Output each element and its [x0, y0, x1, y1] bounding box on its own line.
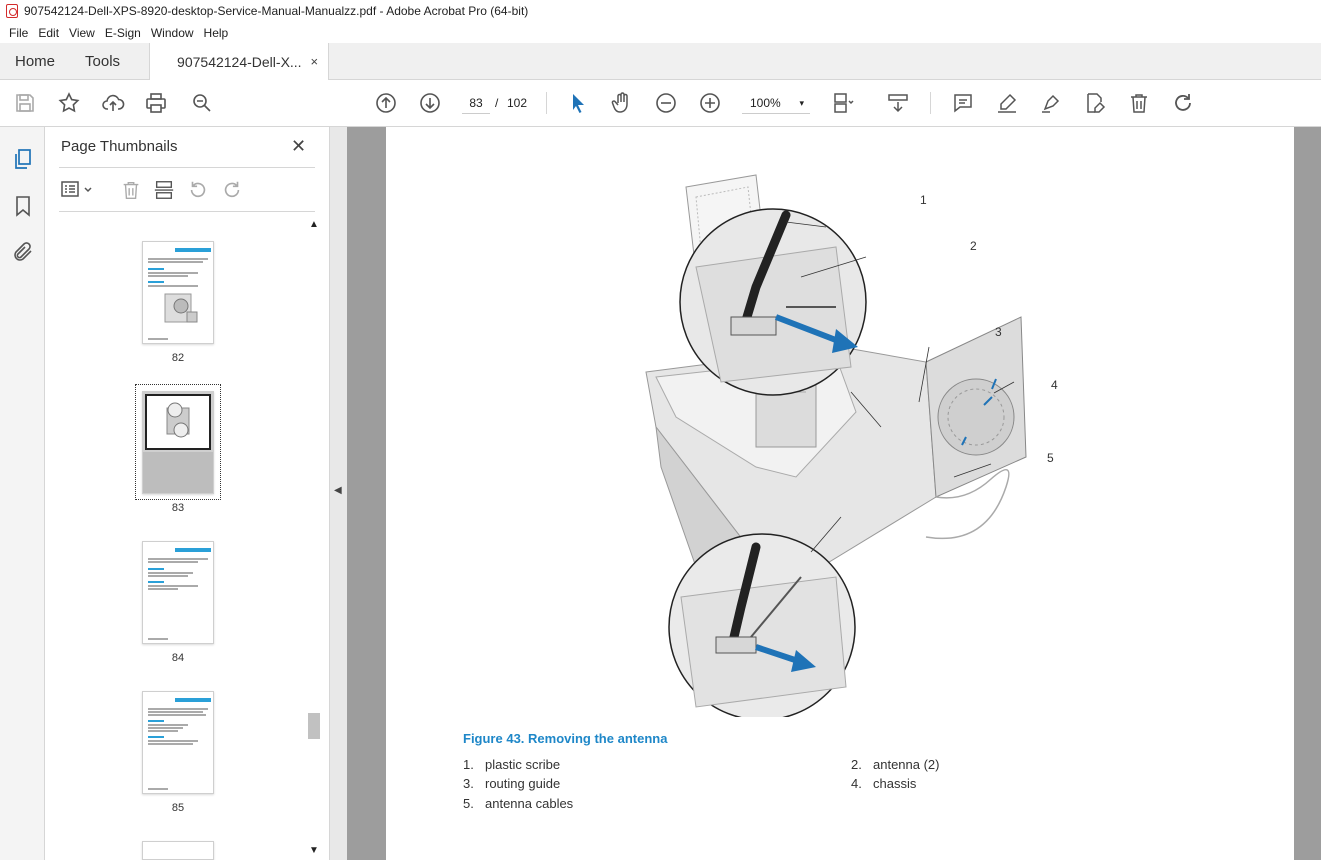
- insert-page-icon[interactable]: [153, 179, 175, 201]
- figure-caption: Figure 43. Removing the antenna: [463, 731, 668, 746]
- rotate-right-icon[interactable]: [221, 179, 243, 201]
- menu-window[interactable]: Window: [146, 26, 199, 40]
- find-zoom-icon[interactable]: [189, 90, 215, 116]
- rotate-icon[interactable]: [1170, 90, 1196, 116]
- delete-page-icon[interactable]: [120, 179, 142, 201]
- toolbar-divider: [546, 92, 547, 114]
- window-title: 907542124-Dell-XPS-8920-desktop-Service-…: [24, 4, 529, 18]
- pdf-app-icon: [6, 4, 18, 18]
- legend-item: 1. plastic scribe: [463, 757, 560, 772]
- tab-document[interactable]: 907542124-Dell-X... ×: [149, 43, 330, 81]
- toolbar-divider: [930, 92, 931, 114]
- callout-5: 5: [1047, 451, 1054, 465]
- chevron-down-icon: ▾: [799, 98, 804, 108]
- tab-close-icon[interactable]: ×: [310, 54, 318, 69]
- menu-view[interactable]: View: [64, 26, 100, 40]
- tab-home[interactable]: Home: [0, 43, 70, 79]
- zoom-level-value: 100%: [750, 96, 781, 110]
- comment-icon[interactable]: [950, 90, 976, 116]
- legend-text: routing guide: [485, 776, 561, 791]
- pdf-page: 1 2 3 4 5 Figure 43. Removing the antenn…: [386, 127, 1294, 860]
- legend-number: 4.: [851, 776, 862, 791]
- legend-number: 5.: [463, 796, 474, 811]
- thumbnail-options-icon[interactable]: [60, 179, 96, 201]
- thumbnail-page-85[interactable]: [142, 691, 214, 794]
- legend-number: 2.: [851, 757, 862, 772]
- bookmark-star-icon[interactable]: [56, 90, 82, 116]
- title-bar: 907542124-Dell-XPS-8920-desktop-Service-…: [0, 0, 1321, 22]
- scroll-down-icon[interactable]: ▼: [307, 845, 321, 859]
- page-thumbnails-panel: Page Thumbnails ✕ 82 83 84 85 ▲ ▼: [45, 127, 330, 860]
- thumbnail-label: 83: [171, 502, 185, 514]
- toolbar: 83 / 102 100% ▾: [0, 80, 1321, 127]
- delete-trash-icon[interactable]: [1126, 90, 1152, 116]
- menu-esign[interactable]: E-Sign: [100, 26, 146, 40]
- panel-divider: [59, 167, 315, 168]
- draw-pen-icon[interactable]: [1038, 90, 1064, 116]
- document-view: 1 2 3 4 5 Figure 43. Removing the antenn…: [347, 127, 1321, 860]
- thumbnail-label: 84: [171, 652, 185, 664]
- tab-tools[interactable]: Tools: [70, 43, 135, 79]
- print-icon[interactable]: [143, 90, 169, 116]
- thumbnails-scrollbar[interactable]: ▲ ▼: [307, 219, 321, 859]
- scroll-mode-icon[interactable]: [885, 90, 911, 116]
- menu-edit[interactable]: Edit: [33, 26, 64, 40]
- bookmarks-icon[interactable]: [11, 194, 35, 218]
- callout-2: 2: [970, 239, 977, 253]
- highlight-pen-icon[interactable]: [994, 90, 1020, 116]
- legend-item: 2. antenna (2): [851, 757, 940, 772]
- panel-collapse-handle[interactable]: ◀: [330, 127, 347, 860]
- callout-4: 4: [1051, 378, 1058, 392]
- page-number-input[interactable]: 83: [462, 92, 490, 114]
- thumbnail-label: 82: [171, 352, 185, 364]
- rotate-left-icon[interactable]: [187, 179, 209, 201]
- legend-text: antenna (2): [873, 757, 940, 772]
- thumbnail-label: 85: [171, 802, 185, 814]
- zoom-out-icon[interactable]: [653, 90, 679, 116]
- page-thumbnails-icon[interactable]: [11, 147, 35, 171]
- page-separator: /: [495, 96, 499, 110]
- thumbnail-page-83[interactable]: [142, 391, 214, 494]
- menu-file[interactable]: File: [4, 26, 33, 40]
- legend-number: 3.: [463, 776, 474, 791]
- thumbnail-page-84[interactable]: [142, 541, 214, 644]
- previous-page-icon[interactable]: [373, 90, 399, 116]
- legend-item: 3. routing guide: [463, 776, 560, 791]
- hand-tool-icon[interactable]: [609, 90, 635, 116]
- thumbnail-page-86[interactable]: [142, 841, 214, 860]
- select-cursor-icon[interactable]: [565, 90, 591, 116]
- collapse-arrow-icon[interactable]: ◀: [334, 485, 342, 496]
- scrollbar-thumb[interactable]: [308, 713, 320, 739]
- legend-item: 5. antenna cables: [463, 796, 573, 811]
- page-total: 102: [507, 96, 528, 110]
- callout-1: 1: [920, 193, 927, 207]
- antenna-removal-illustration: [645, 174, 1027, 717]
- legend-text: chassis: [873, 776, 917, 791]
- edit-text-icon[interactable]: [1082, 90, 1108, 116]
- close-icon[interactable]: ✕: [291, 136, 306, 157]
- next-page-icon[interactable]: [417, 90, 443, 116]
- page-fit-icon[interactable]: [830, 90, 856, 116]
- legend-text: antenna cables: [485, 796, 574, 811]
- attachments-paperclip-icon[interactable]: [11, 240, 35, 264]
- panel-title: Page Thumbnails: [61, 138, 178, 155]
- menu-help[interactable]: Help: [199, 26, 234, 40]
- save-icon[interactable]: [12, 90, 38, 116]
- upload-cloud-icon[interactable]: [100, 90, 126, 116]
- thumbnail-page-82[interactable]: [142, 241, 214, 344]
- zoom-in-icon[interactable]: [697, 90, 723, 116]
- menu-bar: File Edit View E-Sign Window Help: [0, 22, 1321, 43]
- left-tool-rail: [0, 127, 45, 860]
- legend-text: plastic scribe: [485, 757, 561, 772]
- callout-3: 3: [995, 325, 1002, 339]
- zoom-level-dropdown[interactable]: 100% ▾: [742, 92, 810, 114]
- legend-number: 1.: [463, 757, 474, 772]
- legend-item: 4. chassis: [851, 776, 916, 791]
- scroll-up-icon[interactable]: ▲: [307, 219, 321, 233]
- tab-bar: Home Tools 907542124-Dell-X... ×: [0, 43, 1321, 81]
- panel-divider: [59, 211, 315, 212]
- tab-document-label: 907542124-Dell-X...: [177, 53, 302, 70]
